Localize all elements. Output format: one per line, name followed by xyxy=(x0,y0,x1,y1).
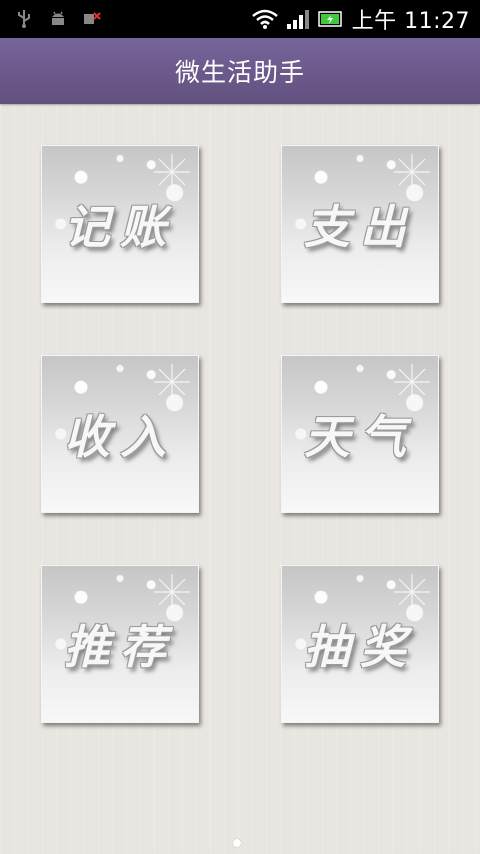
tile-label: 记账 xyxy=(64,200,176,254)
tile-label: 支出 xyxy=(304,200,416,254)
android-debug-icon xyxy=(48,8,68,28)
tile-expense[interactable]: 支出 xyxy=(281,145,439,303)
wifi-icon xyxy=(251,9,278,29)
signal-icon xyxy=(286,9,310,29)
page-indicator-dot xyxy=(233,839,241,847)
snowflake-icon xyxy=(394,154,430,190)
app-title: 微生活助手 xyxy=(174,58,305,87)
snowflake-icon xyxy=(394,574,430,610)
tile-label: 天气 xyxy=(304,410,416,464)
tile-accounting[interactable]: 记账 xyxy=(41,145,199,303)
snowflake-icon xyxy=(394,364,430,400)
snowflake-icon xyxy=(154,364,190,400)
sim-error-icon xyxy=(82,8,102,28)
battery-charging-icon xyxy=(317,9,344,29)
tile-weather[interactable]: 天气 xyxy=(281,355,439,513)
tile-lottery[interactable]: 抽奖 xyxy=(281,565,439,723)
status-bar: 上午 11:27 xyxy=(0,0,480,38)
usb-icon xyxy=(14,8,34,28)
title-bar: 微生活助手 xyxy=(0,38,480,104)
tile-income[interactable]: 收入 xyxy=(41,355,199,513)
status-time: 上午 11:27 xyxy=(351,9,470,34)
app-screen: 上午 11:27 微生活助手 记账 支出 收入 天气 推荐 抽奖 xyxy=(0,0,480,854)
tile-label: 推荐 xyxy=(64,620,176,674)
tile-label: 抽奖 xyxy=(304,620,416,674)
snowflake-icon xyxy=(154,154,190,190)
system-icons: 上午 11:27 xyxy=(251,4,470,34)
notification-icons xyxy=(14,8,102,28)
tile-recommend[interactable]: 推荐 xyxy=(41,565,199,723)
tile-label: 收入 xyxy=(64,410,176,464)
snowflake-icon xyxy=(154,574,190,610)
